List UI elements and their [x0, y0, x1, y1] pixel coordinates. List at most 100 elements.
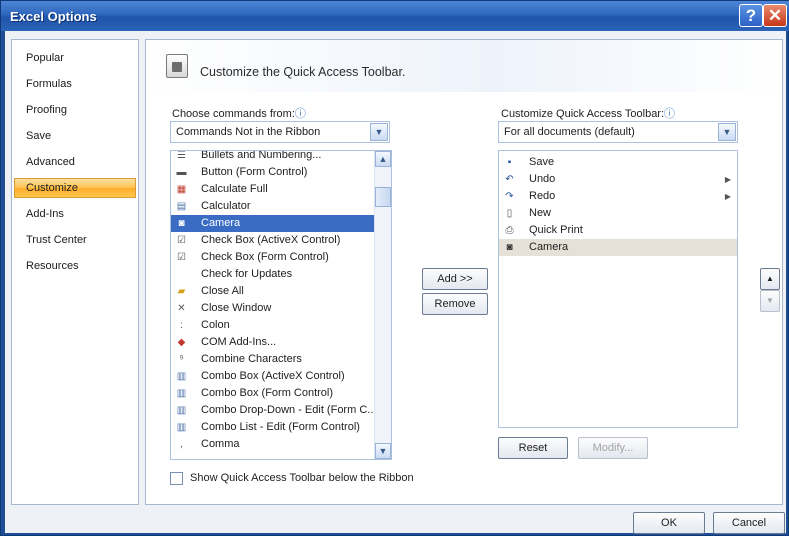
command-item[interactable]: ▥ Combo Box (Form Control) — [171, 385, 375, 402]
scroll-up-button[interactable]: ▲ — [375, 151, 391, 167]
sidebar-item-customize[interactable]: Customize — [14, 178, 136, 198]
command-item[interactable]: ◆ COM Add-Ins... — [171, 334, 375, 351]
command-item[interactable]: ▤ Calculator — [171, 198, 375, 215]
command-item[interactable]: ✕ Close Window — [171, 300, 375, 317]
calculate-icon: ▦ — [176, 184, 187, 195]
choose-commands-dropdown[interactable]: Commands Not in the Ribbon ▼ — [170, 121, 390, 143]
command-label: COM Add-Ins... — [201, 336, 277, 348]
choose-commands-value: Commands Not in the Ribbon — [176, 126, 321, 138]
command-label: Bullets and Numbering... — [201, 150, 322, 161]
command-label: Close Window — [201, 302, 272, 314]
customize-qat-value: For all documents (default) — [504, 126, 635, 138]
excel-options-dialog: Excel Options ? ✕ Popular Formulas Proofin… — [0, 0, 789, 536]
customize-qat-dropdown[interactable]: For all documents (default) ▼ — [498, 121, 738, 143]
quick-access-toolbar-list[interactable]: ▪ Save ↶ Undo ▶ ↷ Redo ▶ ▯ New ⎙ Quick Print ◙ Camera — [498, 150, 738, 428]
help-button[interactable]: ? — [739, 4, 763, 27]
command-label: Check Box (Form Control) — [201, 251, 329, 263]
command-item[interactable]: ☰ Bullets and Numbering... — [171, 150, 375, 164]
commands-list[interactable]: , Comma ▥ Combo List - Edit (Form Control) ▥… — [170, 150, 392, 460]
qat-item[interactable]: ⎙ Quick Print — [499, 222, 737, 239]
command-label: Combo Drop-Down - Edit (Form C... — [201, 404, 377, 416]
command-item[interactable]: ▬ Button (Form Control) — [171, 164, 375, 181]
qat-item-label: Undo — [529, 173, 556, 185]
sidebar-item-add-ins[interactable]: Add-Ins — [14, 204, 136, 224]
sidebar-item-advanced[interactable]: Advanced — [14, 152, 136, 172]
combo-icon: ▥ — [176, 405, 187, 416]
folder-icon: ▰ — [177, 286, 186, 297]
command-label: Combo List - Edit (Form Control) — [201, 421, 360, 433]
command-item[interactable]: ☑ Check Box (Form Control) — [171, 249, 375, 266]
qat-item[interactable]: ↶ Undo ▶ — [499, 171, 737, 188]
command-label: Comma — [201, 438, 240, 450]
addin-icon: ◆ — [177, 337, 186, 348]
combine-icon: ⁹ — [179, 354, 184, 365]
command-item[interactable]: ⁹ Combine Characters — [171, 351, 375, 368]
qat-item-label: Save — [529, 156, 555, 168]
sidebar-item-resources[interactable]: Resources — [14, 256, 136, 276]
command-item[interactable]: ▥ Combo Box (ActiveX Control) — [171, 368, 375, 385]
qat-item[interactable]: ▪ Save — [499, 154, 737, 171]
command-item[interactable]: ▦ Calculate Full — [171, 181, 375, 198]
commands-scrollbar[interactable]: ▲ ▼ — [374, 151, 391, 459]
cancel-button[interactable]: Cancel — [713, 512, 785, 534]
command-item[interactable]: ▰ Close All — [171, 283, 375, 300]
command-item[interactable]: ☑ Check Box (ActiveX Control) — [171, 232, 375, 249]
chevron-down-icon[interactable]: ▼ — [718, 123, 736, 141]
move-up-button[interactable]: ▲ — [760, 268, 780, 290]
comma-icon: , — [180, 439, 183, 450]
sidebar-item-trust-center[interactable]: Trust Center — [14, 230, 136, 250]
combo-icon: ▥ — [176, 388, 187, 399]
command-label: Check Box (ActiveX Control) — [201, 234, 341, 246]
checkbox-icon: ☑ — [177, 252, 186, 263]
sidebar-item-save[interactable]: Save — [14, 126, 136, 146]
submenu-arrow-icon: ▶ — [724, 175, 731, 184]
camera-icon: ◙ — [178, 218, 185, 229]
command-label: Colon — [201, 319, 230, 331]
reset-button[interactable]: Reset — [498, 437, 568, 459]
scroll-down-button[interactable]: ▼ — [375, 443, 391, 459]
command-item[interactable]: Check for Updates — [171, 266, 375, 283]
move-down-button[interactable]: ▼ — [760, 290, 780, 312]
command-label: Combo Box (ActiveX Control) — [201, 370, 345, 382]
qat-item-label: Quick Print — [529, 224, 583, 236]
scroll-thumb[interactable] — [375, 187, 391, 207]
undo-icon: ↶ — [505, 174, 514, 185]
command-item[interactable]: : Colon — [171, 317, 375, 334]
show-qat-below-ribbon-checkbox[interactable] — [170, 472, 183, 485]
chevron-down-icon[interactable]: ▼ — [370, 123, 388, 141]
ok-button[interactable]: OK — [633, 512, 705, 534]
window-title: Excel Options — [10, 9, 97, 24]
command-item[interactable]: ▥ Combo List - Edit (Form Control) — [171, 419, 375, 436]
close-button[interactable]: ✕ — [763, 4, 787, 27]
command-label: Camera — [201, 217, 241, 229]
command-item[interactable]: ▥ Combo Drop-Down - Edit (Form C... — [171, 402, 377, 419]
calculator-icon: ▤ — [176, 201, 187, 212]
qat-item[interactable]: ▯ New — [499, 205, 737, 222]
add-button[interactable]: Add >> — [422, 268, 488, 290]
sidebar-item-proofing[interactable]: Proofing — [14, 100, 136, 120]
choose-commands-label: Choose commands from:ⓘ — [172, 105, 306, 121]
command-label: Combine Characters — [201, 353, 302, 365]
sidebar-item-popular[interactable]: Popular — [14, 48, 136, 68]
redo-icon: ↷ — [505, 191, 514, 202]
combo-icon: ▥ — [176, 422, 187, 433]
remove-button[interactable]: Remove — [422, 293, 488, 315]
dialog-body: Popular Formulas Proofing Save Advanced Custo… — [5, 31, 786, 534]
quick-access-toolbar-icon — [166, 54, 188, 78]
customize-qat-label: Customize Quick Access Toolbar:ⓘ — [501, 105, 675, 121]
command-item[interactable]: ◙ Camera — [171, 215, 375, 232]
panel-header: Customize the Quick Access Toolbar. — [146, 40, 782, 92]
checkbox-icon: ☑ — [177, 235, 186, 246]
command-label: Combo Box (Form Control) — [201, 387, 334, 399]
close-icon: ✕ — [177, 303, 186, 314]
qat-item[interactable]: ◙ Camera — [499, 239, 737, 256]
qat-item-label: New — [529, 207, 552, 219]
command-item[interactable]: , Comma — [171, 436, 375, 453]
qat-item[interactable]: ↷ Redo ▶ — [499, 188, 737, 205]
sidebar-item-formulas[interactable]: Formulas — [14, 74, 136, 94]
combo-icon: ▥ — [176, 371, 187, 382]
command-label: Close All — [201, 285, 244, 297]
show-qat-below-ribbon-label: Show Quick Access Toolbar below the Ribb… — [190, 472, 414, 484]
modify-button[interactable]: Modify... — [578, 437, 648, 459]
info-icon: ⓘ — [664, 108, 676, 120]
